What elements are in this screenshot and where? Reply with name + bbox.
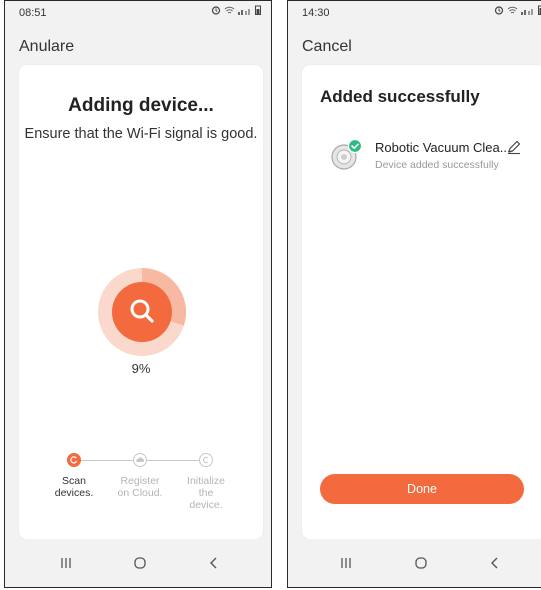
step-label-scan: Scan devices. [54,475,94,499]
android-nav-bar [288,539,541,587]
status-icons [494,5,541,15]
status-icons [211,5,261,15]
adding-card: Adding device... Ensure that the Wi-Fi s… [19,65,263,539]
pencil-icon[interactable] [506,139,522,155]
battery-icon [255,5,261,15]
cloud-step-icon [133,453,147,467]
page-title: Adding device... [68,95,214,116]
recent-apps-icon[interactable] [55,553,77,573]
signal-icon [238,8,250,15]
home-icon[interactable] [129,553,151,573]
back-icon[interactable] [203,553,225,573]
check-badge-icon [347,138,363,154]
android-nav-bar [5,539,271,587]
alarm-icon [211,6,221,15]
success-card: Added successfully Robotic Vacuum Clea..… [302,65,541,539]
device-status: Device added successfully [375,159,499,171]
phone-screen-success: 14:30 Cancel Added successfully Robotic … [287,0,541,588]
page-title: Added successfully [320,87,480,106]
progress-percent: 9% [131,361,151,376]
scan-step-icon [67,453,81,467]
step-label-register: Register on Cloud. [117,475,163,499]
cancel-button[interactable]: Anulare [19,38,74,56]
status-time: 08:51 [19,7,47,19]
init-step-icon [199,453,213,467]
progress-ring [97,267,187,357]
step-connector [80,460,139,461]
status-time: 14:30 [302,7,330,19]
phone-screen-adding: 08:51 Anulare Adding device... Ensure th… [4,0,272,588]
robot-vacuum-icon [331,138,363,170]
wifi-icon [224,6,235,13]
step-connector [147,460,205,461]
back-icon[interactable] [484,553,506,573]
done-button[interactable]: Done [320,474,524,504]
home-icon[interactable] [410,553,432,573]
signal-icon [521,8,533,15]
status-bar: 14:30 [288,1,541,23]
step-label-initialize: Initialize the device. [187,475,225,511]
recent-apps-icon[interactable] [335,553,357,573]
cancel-button[interactable]: Cancel [302,38,352,56]
wifi-hint: Ensure that the Wi-Fi signal is good. [24,126,258,142]
alarm-icon [494,6,504,15]
status-bar: 08:51 [5,1,271,23]
wifi-icon [507,6,518,13]
device-name: Robotic Vacuum Clea... [375,140,511,155]
